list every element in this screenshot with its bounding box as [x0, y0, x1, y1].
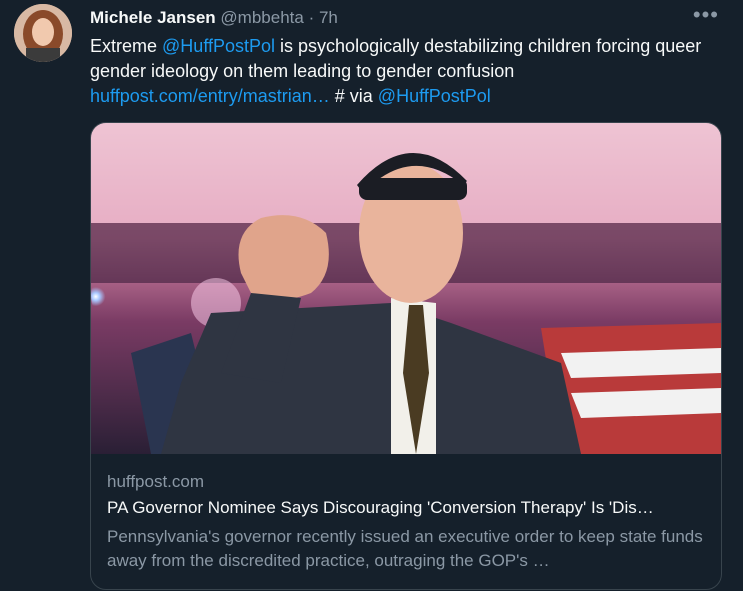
- mention-link[interactable]: @HuffPostPol: [162, 36, 275, 56]
- separator-dot: ·: [308, 8, 315, 27]
- tweet-text-prefix: Extreme: [90, 36, 163, 56]
- link-preview-card[interactable]: huffpost.com PA Governor Nominee Says Di…: [90, 122, 722, 590]
- more-options-icon[interactable]: •••: [693, 4, 719, 26]
- tweet-text-middle: # via: [329, 86, 378, 106]
- avatar[interactable]: [14, 4, 72, 62]
- author-handle[interactable]: @mbbehta: [220, 8, 303, 27]
- timestamp[interactable]: 7h: [319, 8, 338, 27]
- url-link[interactable]: huffpost.com/entry/mastrian…: [90, 86, 330, 106]
- tweet-header: Michele Jansen @mbbehta · 7h: [90, 7, 723, 29]
- profile-photo-icon: [14, 4, 72, 62]
- mention-link-2[interactable]: @HuffPostPol: [378, 86, 491, 106]
- article-photo-icon: [91, 123, 721, 454]
- card-description: Pennsylvania's governor recently issued …: [107, 527, 703, 570]
- card-meta: huffpost.com PA Governor Nominee Says Di…: [107, 471, 705, 573]
- card-domain: huffpost.com: [107, 472, 205, 491]
- card-image[interactable]: [91, 123, 721, 454]
- tweet-text: Extreme @HuffPostPol is psychologically …: [90, 34, 720, 109]
- card-title[interactable]: PA Governor Nominee Says Discouraging 'C…: [107, 497, 705, 519]
- author-name[interactable]: Michele Jansen: [90, 8, 216, 27]
